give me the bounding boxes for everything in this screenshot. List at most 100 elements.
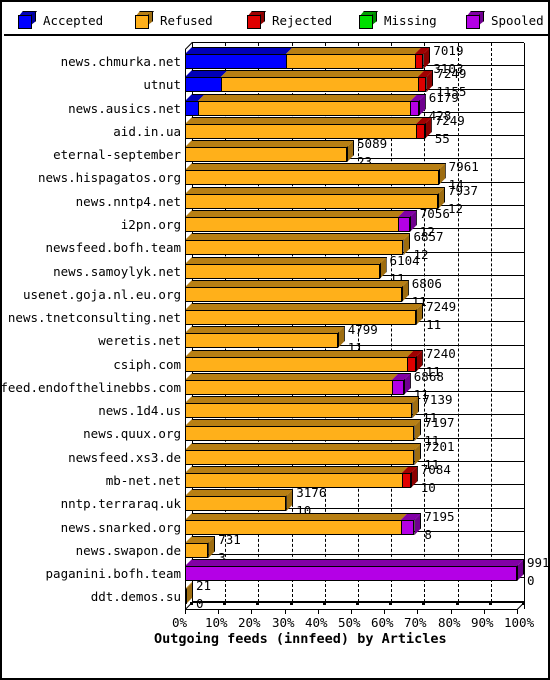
bar-segment-rejected [416,124,425,139]
bar-value-total: 7139 [422,392,453,407]
x-axis-tick-back [323,602,326,605]
bar-value-secondary: 55 [434,131,450,146]
legend-item-label: Missing [384,12,437,28]
bar-value-total: 7240 [425,346,456,361]
bar-top-face [185,373,399,380]
category-label: newsfeed.endofthelinebbs.com [0,380,181,395]
legend-item-rejected: Rejected [247,8,332,32]
bar-top-edge [192,280,409,281]
bar-top-face [197,94,418,101]
bar-top-edge [192,466,418,467]
x-axis-tick [484,609,485,614]
x-axis-tick-label: 80% [438,615,461,630]
x-axis-tick-label: 10% [205,615,228,630]
bar-top-edge [192,233,411,234]
bar-top-face [185,443,422,450]
grid-line-vertical [491,43,492,602]
bar-top-face [185,466,409,473]
bar-value-secondary: 10 [420,480,436,495]
category-label: paganini.bofh.team [45,566,181,581]
bar-value-total: 3176 [296,485,327,500]
bar-value-total: 7249 [436,66,467,81]
bar-segment-accepted [185,101,198,116]
bar-segment-rejected [417,77,427,92]
legend-item-label: Rejected [272,12,333,28]
x-axis-tick-back [356,602,359,605]
bar-top-edge [192,303,424,304]
category-label: aid.in.ua [113,124,181,139]
x-axis-tick-back [456,602,459,605]
bar-value-total: 7197 [424,415,455,430]
bar-value-total: 6179 [428,90,459,105]
bar-segment-refused [185,287,402,302]
bar-segment-refused [285,54,415,69]
bar-segment-refused [185,310,417,325]
category-label: news.samoylyk.net [53,264,181,279]
legend-item-label: Accepted [43,12,104,28]
x-axis-tick-label: 70% [404,615,427,630]
category-label: mb-net.net [105,473,181,488]
bar-top-face [185,326,345,333]
bar-value-total: 7961 [448,159,479,174]
category-label: news.chmurka.net [60,54,181,69]
x-axis-tick [417,609,418,614]
category-label: utnut [143,77,181,92]
bar-segment-refused [185,473,402,488]
bar-value-total: 7201 [424,439,455,454]
x-axis-tick-back [256,602,259,605]
x-axis-tick [185,609,186,614]
legend-item-spooled: Spooled [466,8,544,32]
bar-segment-spooled [185,566,517,581]
bar-top-face [185,47,293,54]
chart-x-axis-title: Outgoing feeds (innfeed) by Articles [154,631,447,647]
bar-top-face [185,396,420,403]
category-label: nntp.terraraq.uk [60,496,181,511]
bar-top-face [185,559,524,566]
bar-segment-refused [185,357,408,372]
bar-value-total: 7056 [419,206,450,221]
bar-top-edge [192,187,445,188]
x-axis-tick [285,609,286,614]
category-label: newsfeed.bofh.team [45,240,181,255]
x-axis-tick-label: 40% [305,615,328,630]
bar-top-edge [192,326,345,327]
bar-top-edge [192,373,411,374]
bar-segment-refused [185,194,438,209]
cube-icon [466,11,485,29]
bar-value-total: 7084 [420,462,451,477]
bar-value-total: 7249 [426,299,457,314]
category-label: csiph.com [113,357,181,372]
legend-item-label: Refused [160,12,213,28]
bar-segment-spooled [410,101,419,116]
category-label: news.ausics.net [68,101,181,116]
bar-top-edge [192,396,420,397]
category-label: news.quux.org [83,426,181,441]
bar-top-face [185,350,415,357]
category-label: news.nntp4.net [75,194,181,209]
bar-top-edge [192,559,524,560]
x-axis-tick [251,609,252,614]
x-axis-tick [517,609,518,614]
x-axis-tick-back [389,602,392,605]
bar-value-total: 7249 [434,113,465,128]
bar-segment-refused [197,101,411,116]
x-axis-tick-label: 20% [238,615,261,630]
cube-icon [135,11,154,29]
bar-top-edge [192,350,423,351]
bar-top-face [185,419,422,426]
bar-top-edge [192,489,294,490]
x-axis-tick-label: 100% [504,615,535,630]
bar-segment-refused [185,147,348,162]
chart-legend: Accepted Refused Rejected Missing Spooled [4,4,548,36]
cube-icon [247,11,266,29]
bar-value-total: 5089 [357,136,388,151]
bar-top-face [285,47,422,54]
bar-top-face [185,140,355,147]
bar-value-secondary: 0 [527,573,535,588]
bar-top-face [185,187,445,194]
x-axis-tick-label: 90% [471,615,494,630]
category-label: newsfeed.xs3.de [68,450,181,465]
category-label: ddt.demos.su [90,589,181,604]
chart-plot-inner: 7019 3103 news.chmurka.net 7249 1155 utnut 617… [0,36,550,678]
bar-segment-refused [185,403,413,418]
